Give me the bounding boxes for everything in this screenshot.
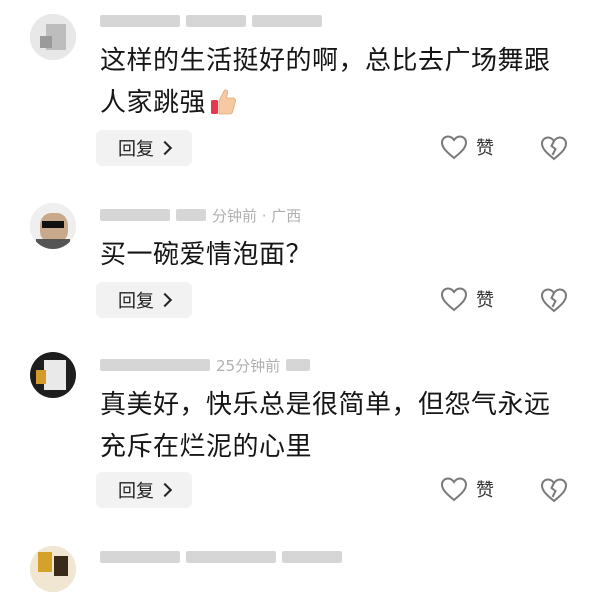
comment-meta-text: 25分钟前 [216,356,281,375]
comment-meta-text: 分钟前 · 广西 [212,206,302,225]
like-label: 赞 [476,290,494,311]
comment-meta [100,12,328,30]
heart-icon [440,135,468,160]
reply-button[interactable]: 回复 [96,282,192,318]
dislike-button[interactable] [540,135,568,165]
comment-text-content: 买一碗爱情泡面？ [100,240,313,270]
comment-meta [100,548,342,566]
dislike-button[interactable] [540,477,568,507]
avatar[interactable] [30,14,76,60]
reply-label: 回复 [118,291,154,312]
reply-button[interactable]: 回复 [96,130,192,166]
thumbs-up-icon [211,89,236,115]
avatar[interactable] [30,203,76,249]
chevron-right-icon [157,292,173,308]
avatar[interactable] [30,546,76,592]
broken-heart-icon [540,288,568,313]
comment-meta: 分钟前 · 广西 [100,206,302,225]
like-button[interactable]: 赞 [440,134,494,160]
broken-heart-icon [540,136,568,161]
like-button[interactable]: 赞 [440,476,494,502]
like-label: 赞 [476,480,494,501]
like-button[interactable]: 赞 [440,286,494,312]
comment-meta: 25分钟前 [100,356,311,375]
comment-text-content: 真美好，快乐总是很简单，但怨气永远充斥在烂泥的心里 [100,390,551,462]
comment-text: 这样的生活挺好的啊，总比去广场舞跟人家跳强 [100,40,570,124]
like-label: 赞 [476,138,494,159]
comment-text-content: 这样的生活挺好的啊，总比去广场舞跟人家跳强 [100,46,551,118]
reply-label: 回复 [118,481,154,502]
broken-heart-icon [540,478,568,503]
heart-icon [440,287,468,312]
heart-icon [440,477,468,502]
reply-label: 回复 [118,139,154,160]
reply-button[interactable]: 回复 [96,472,192,508]
chevron-right-icon [157,482,173,498]
comment-text: 买一碗爱情泡面？ [100,234,570,276]
dislike-button[interactable] [540,287,568,317]
avatar[interactable] [30,352,76,398]
chevron-right-icon [157,140,173,156]
comment-text: 真美好，快乐总是很简单，但怨气永远充斥在烂泥的心里 [100,384,570,468]
